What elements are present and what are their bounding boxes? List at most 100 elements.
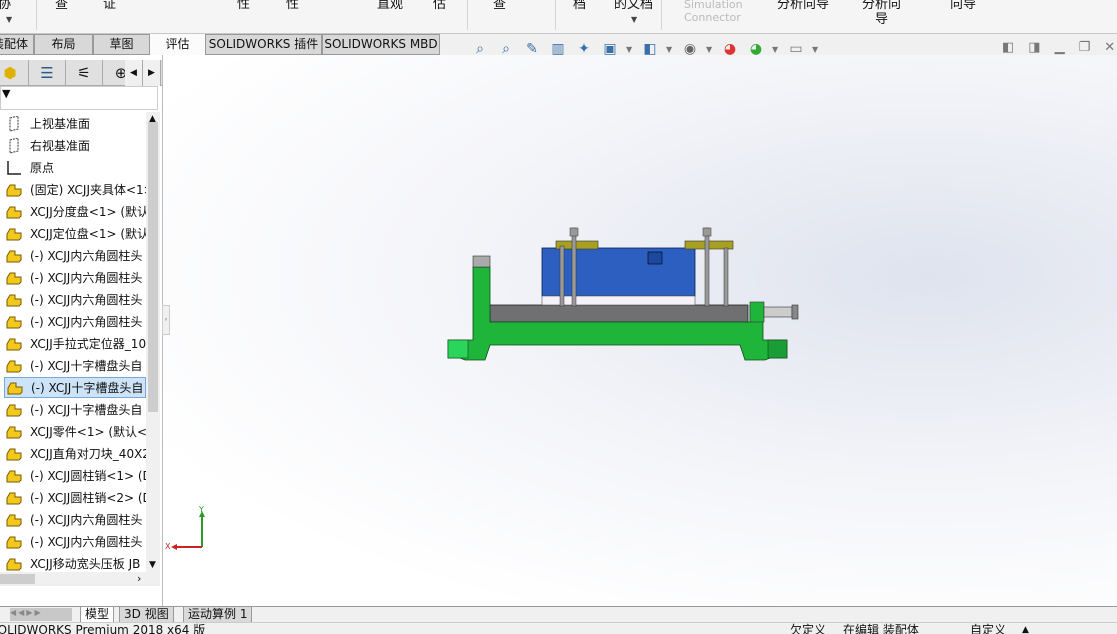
bottom-tabs: ◀◀▶▶ 模型 3D 视图 运动算例 1 — [0, 606, 1117, 623]
hide-show-items-icon[interactable]: ◉ — [680, 40, 700, 58]
heads-up-view-toolbar: ⌕ ⌕ ✎ ▥ ✦ ▣ ▼ ◧ ▼ ◉ ▼ ◕ ◕ ▼ ▭ ▼ — [470, 38, 820, 60]
tree-item[interactable]: (-) XCJJ十字槽盘头自 — [4, 355, 146, 376]
tree-item[interactable]: (-) XCJJ十字槽盘头自 — [4, 399, 146, 420]
ribbon-item[interactable]: 证 — [103, 0, 116, 12]
tree-item[interactable]: (-) XCJJ圆柱销<2> (D — [4, 487, 146, 508]
part-icon — [5, 379, 25, 397]
tree-item-label: (固定) XCJJ夹具体<1> — [30, 183, 146, 197]
tree-item-label: (-) XCJJ内六角圆柱头 — [30, 315, 143, 329]
ribbon-item[interactable]: 直观 — [377, 0, 403, 12]
tree-vertical-scrollbar[interactable]: ▲ ▼ — [146, 112, 160, 572]
ribbon-item[interactable]: 向导 — [950, 0, 976, 12]
scroll-right-icon[interactable]: ▶ — [143, 60, 161, 86]
part-icon — [4, 357, 24, 375]
ribbon-item[interactable]: 的文档 — [614, 0, 653, 12]
tree-item[interactable]: (-) XCJJ内六角圆柱头 — [4, 289, 146, 310]
tree-item[interactable]: 上视基准面 — [4, 113, 146, 134]
panel-collapse-handle[interactable]: ◦ — [162, 305, 170, 335]
tree-item[interactable]: (-) XCJJ内六角圆柱头 — [4, 311, 146, 332]
tree-item[interactable]: XCJJ移动宽头压板 JB — [4, 553, 146, 574]
tab-evaluate[interactable]: 评估 — [150, 34, 205, 55]
apply-scene-icon[interactable]: ◕ — [746, 40, 766, 58]
ribbon-item[interactable]: 估 — [433, 0, 446, 12]
tab-solidworks-mbd[interactable]: SOLIDWORKS MBD — [322, 34, 440, 55]
tree-item[interactable]: (-) XCJJ内六角圆柱头 — [4, 531, 146, 552]
part-icon — [4, 489, 24, 507]
ribbon-item[interactable]: 查 — [55, 0, 68, 12]
view-settings-icon[interactable]: ▭ — [786, 40, 806, 58]
ribbon-item[interactable]: 查 — [493, 0, 506, 12]
dropdown-arrow-icon[interactable]: ▼ — [6, 15, 12, 24]
part-icon — [4, 203, 24, 221]
ribbon-item[interactable]: 档 — [573, 0, 586, 12]
part-icon — [4, 467, 24, 485]
display-style-icon[interactable]: ◧ — [640, 40, 660, 58]
tree-item[interactable]: 原点 — [4, 157, 146, 178]
tree-item[interactable]: 右视基准面 — [4, 135, 146, 156]
edit-appearance-icon[interactable]: ◕ — [720, 40, 740, 58]
tree-item-label: (-) XCJJ内六角圆柱头 — [30, 293, 143, 307]
y-axis-label: Y — [199, 505, 204, 514]
tree-item-label: XCJJ直角对刀块_40X2 — [30, 447, 146, 461]
scroll-left-icon[interactable]: ◀ — [125, 60, 143, 86]
restore-icon[interactable]: ❐ — [1079, 40, 1091, 55]
tree-item-label: XCJJ移动宽头压板 JB — [30, 557, 141, 571]
tab-sketch[interactable]: 草图 — [93, 34, 150, 55]
part-icon — [4, 511, 24, 529]
tab-motion-study[interactable]: 运动算例 1 — [183, 607, 253, 623]
assembly-model[interactable] — [163, 55, 1117, 606]
ribbon-item[interactable]: 分析向导 — [777, 0, 829, 12]
tree-item[interactable]: XCJJ手拉式定位器_10 — [4, 333, 146, 354]
ribbon-item[interactable]: 性 — [237, 0, 250, 12]
tree-horizontal-scrollbar[interactable]: › — [0, 572, 160, 586]
ribbon-item[interactable]: 分析向 导 — [862, 0, 901, 27]
tree-item[interactable]: (固定) XCJJ夹具体<1> — [4, 179, 146, 200]
section-view-icon[interactable]: ▥ — [548, 40, 568, 58]
next-panel-icon[interactable]: ◨ — [1028, 40, 1040, 55]
minimize-icon[interactable]: ▁ — [1055, 40, 1065, 55]
tree-item[interactable]: XCJJ直角对刀块_40X2 — [4, 443, 146, 464]
ribbon-item[interactable]: 性 — [286, 0, 299, 12]
tree-item-label: XCJJ定位盘<1> (默认 — [30, 227, 146, 241]
tree-item-label: (-) XCJJ十字槽盘头自 — [30, 403, 143, 417]
feature-manager-icon[interactable]: ⬢ — [0, 60, 29, 86]
tab-solidworks-addins[interactable]: SOLIDWORKS 插件 — [205, 34, 322, 55]
zoom-to-fit-icon[interactable]: ⌕ — [470, 40, 490, 58]
tree-item-label: (-) XCJJ内六角圆柱头 — [30, 271, 143, 285]
tree-item[interactable]: XCJJ分度盘<1> (默认 — [4, 201, 146, 222]
tree-item-label: (-) XCJJ内六角圆柱头 — [30, 535, 143, 549]
part-icon — [4, 423, 24, 441]
tree-item[interactable]: (-) XCJJ内六角圆柱头 — [4, 509, 146, 530]
dropdown-arrow-icon[interactable]: ▼ — [631, 15, 637, 24]
tab-3d-view[interactable]: 3D 视图 — [119, 607, 174, 623]
units-selector[interactable]: 自定义 — [970, 623, 1006, 634]
command-tabs: 装配体 布局 草图 评估 SOLIDWORKS 插件 SOLIDWORKS MB… — [0, 34, 440, 55]
part-icon — [4, 335, 24, 353]
tab-assembly[interactable]: 装配体 — [0, 34, 34, 55]
tree-item[interactable]: XCJJ零件<1> (默认< — [4, 421, 146, 442]
previous-panel-icon[interactable]: ◧ — [1002, 40, 1014, 55]
units-up-icon[interactable]: ▲ — [1022, 623, 1029, 634]
graphics-area[interactable] — [163, 55, 1117, 606]
close-icon[interactable]: ✕ — [1104, 40, 1115, 55]
configuration-manager-icon[interactable]: ⚟ — [66, 60, 103, 86]
indexing-plunger — [763, 306, 793, 318]
tree-item[interactable]: (-) XCJJ内六角圆柱头 — [4, 267, 146, 288]
tree-item[interactable]: (-) XCJJ内六角圆柱头 — [4, 245, 146, 266]
tab-layout[interactable]: 布局 — [34, 34, 93, 55]
tree-item-label: XCJJ分度盘<1> (默认 — [30, 205, 146, 219]
filter-icon[interactable]: ▼ — [0, 86, 158, 110]
zoom-to-area-icon[interactable]: ⌕ — [496, 40, 516, 58]
tree-item-label: (-) XCJJ圆柱销<2> (D — [30, 491, 146, 505]
tree-item-label: (-) XCJJ内六角圆柱头 — [30, 249, 143, 263]
tree-item[interactable]: (-) XCJJ十字槽盘头自 — [4, 377, 146, 398]
view-orientation-icon[interactable]: ▣ — [600, 40, 620, 58]
property-manager-icon[interactable]: ☰ — [29, 60, 66, 86]
dynamic-annotation-icon[interactable]: ✦ — [574, 40, 594, 58]
tab-model[interactable]: 模型 — [80, 607, 115, 623]
tree-item[interactable]: XCJJ定位盘<1> (默认 — [4, 223, 146, 244]
tab-navigation-arrows[interactable]: ◀◀▶▶ — [10, 608, 72, 621]
tree-item[interactable]: (-) XCJJ圆柱销<1> (D — [4, 465, 146, 486]
previous-view-icon[interactable]: ✎ — [522, 40, 542, 58]
ribbon-item[interactable]: 协 — [0, 0, 11, 12]
